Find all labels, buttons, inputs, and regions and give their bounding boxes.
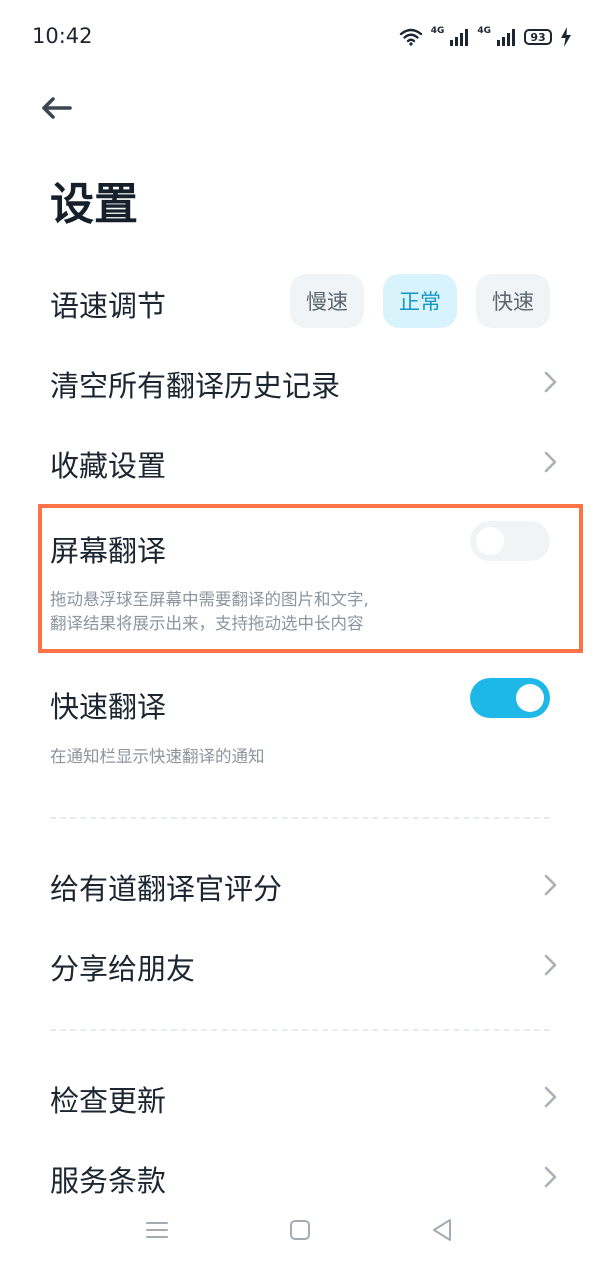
home-button[interactable]: [280, 1212, 320, 1248]
battery-icon: 93: [524, 29, 552, 45]
share-row[interactable]: 分享给朋友: [0, 933, 600, 997]
home-square-icon: [290, 1220, 310, 1240]
toggle-knob: [476, 527, 504, 555]
wifi-icon: [399, 28, 422, 46]
speed-slow-button[interactable]: 慢速: [290, 274, 364, 328]
signal-icon: [497, 29, 515, 46]
terms-label: 服务条款: [50, 1164, 167, 1198]
screen-translate-desc-line1: 拖动悬浮球至屏幕中需要翻译的图片和文字,: [50, 590, 369, 609]
status-bar: 10:42 4G 4G 93: [0, 0, 600, 72]
rate-app-label: 给有道翻译官评分: [50, 872, 283, 906]
quick-translate-desc: 在通知栏显示快速翻译的通知: [50, 747, 265, 766]
screen-translate-label: 屏幕翻译: [50, 534, 167, 568]
network-type-label: 4G: [477, 25, 491, 36]
screen-translate-desc-line2: 翻译结果将展示出来，支持拖动选中长内容: [50, 614, 364, 633]
toggle-knob: [516, 684, 544, 712]
arrow-left-icon: [42, 97, 72, 119]
page-title: 设置: [50, 179, 138, 230]
chevron-right-icon: [544, 371, 557, 393]
favorites-settings-row[interactable]: 收藏设置: [0, 430, 600, 494]
check-update-row[interactable]: 检查更新: [0, 1065, 600, 1129]
chevron-right-icon: [544, 1086, 557, 1108]
screen-translate-row: 屏幕翻译 拖动悬浮球至屏幕中需要翻译的图片和文字, 翻译结果将展示出来，支持拖动…: [0, 516, 600, 640]
screen-translate-toggle[interactable]: [470, 521, 550, 561]
signal-icon: [450, 29, 469, 46]
status-time: 10:42: [32, 24, 93, 48]
chevron-right-icon: [544, 1166, 557, 1188]
share-label: 分享给朋友: [50, 952, 196, 986]
chevron-right-icon: [544, 451, 557, 473]
speed-normal-button[interactable]: 正常: [383, 274, 457, 328]
network-type-label: 4G: [430, 25, 445, 36]
check-update-label: 检查更新: [50, 1084, 167, 1118]
chevron-right-icon: [544, 874, 557, 896]
favorites-settings-label: 收藏设置: [50, 449, 167, 483]
speech-speed-label: 语速调节: [50, 289, 167, 323]
back-button[interactable]: [36, 88, 76, 128]
quick-translate-toggle[interactable]: [470, 678, 550, 718]
back-triangle-icon: [433, 1219, 451, 1241]
status-icons: 4G 4G 93: [399, 24, 572, 50]
section-divider: [50, 817, 550, 819]
menu-icon: [146, 1222, 168, 1238]
speech-speed-row: 语速调节 慢速 正常 快速: [0, 274, 600, 328]
battery-level: 93: [530, 30, 546, 44]
nav-back-button[interactable]: [422, 1212, 462, 1248]
chevron-right-icon: [544, 954, 557, 976]
navigation-bar: [0, 1200, 600, 1266]
quick-translate-label: 快速翻译: [50, 690, 167, 724]
rate-app-row[interactable]: 给有道翻译官评分: [0, 853, 600, 917]
recent-apps-button[interactable]: [137, 1212, 177, 1248]
clear-history-row[interactable]: 清空所有翻译历史记录: [0, 350, 600, 414]
quick-translate-row: 快速翻译 在通知栏显示快速翻译的通知: [0, 672, 600, 772]
section-divider: [50, 1029, 550, 1031]
speed-fast-button[interactable]: 快速: [476, 274, 550, 328]
clear-history-label: 清空所有翻译历史记录: [50, 369, 341, 403]
charging-bolt-icon: [561, 27, 571, 47]
